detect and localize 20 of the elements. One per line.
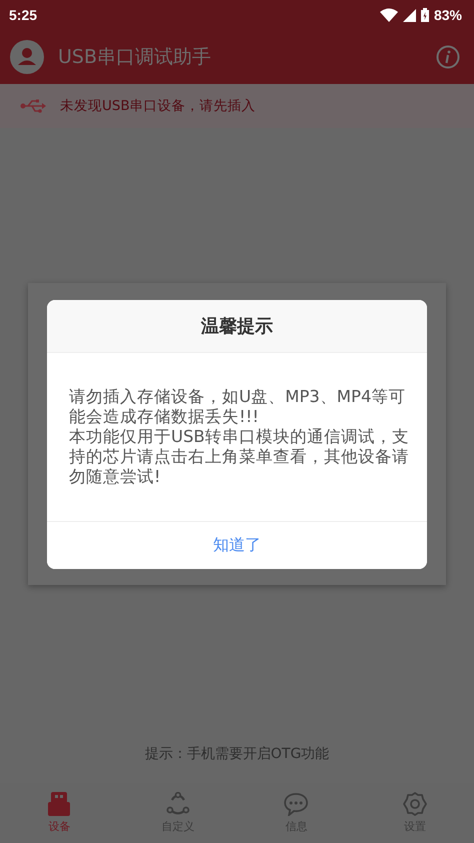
- usb-icon: [20, 99, 46, 113]
- usb-drive-icon: [48, 792, 70, 816]
- nav-tab[interactable]: 设备: [0, 783, 118, 843]
- dialog-message: 本功能仅用于USB转串口模块的通信调试，支持的芯片请点击右上角菜单查看，其他设备请勿随意尝试!: [69, 427, 409, 487]
- hint-text: 提示：手机需要开启OTG功能: [144, 745, 330, 763]
- dialog-message: 请勿插入存储设备，如U盘、MP3、MP4等可能会造成存储数据丢失!!!: [69, 387, 406, 427]
- banner-text: 未发现USB串口设备，请先插入: [60, 97, 256, 115]
- app-title: USB串口调试助手: [58, 45, 212, 70]
- share-icon: [166, 792, 190, 816]
- chat-icon: [284, 792, 308, 816]
- battery-percent: 83%: [434, 7, 462, 23]
- battery-icon: [420, 8, 429, 22]
- settings-icon: [402, 792, 427, 816]
- confirm-button[interactable]: 知道了: [47, 521, 427, 569]
- signal-icon: [402, 8, 416, 22]
- status-time: 5:25: [9, 7, 38, 23]
- avatar-icon[interactable]: [10, 40, 44, 74]
- wifi-icon: [380, 8, 398, 22]
- dialog-title: 温馨提示: [201, 315, 273, 338]
- info-icon[interactable]: [436, 45, 460, 69]
